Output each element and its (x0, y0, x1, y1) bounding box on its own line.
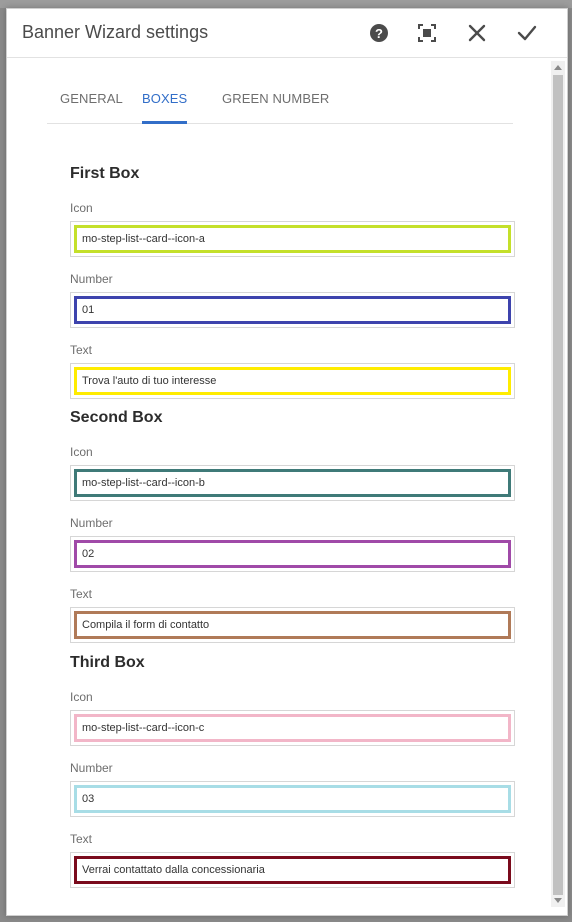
field-label-text: Text (70, 587, 93, 601)
field-label-icon: Icon (70, 201, 93, 215)
field-label-text: Text (70, 832, 93, 846)
third-box-text-input[interactable] (74, 856, 511, 884)
field-wrapper (70, 465, 515, 501)
dialog-header: Banner Wizard settings ? (7, 9, 567, 58)
third-box-number-input[interactable] (74, 785, 511, 813)
checkmark-icon (517, 24, 537, 42)
fullscreen-button[interactable] (413, 19, 441, 47)
field-label-icon: Icon (70, 690, 93, 704)
field-wrapper (70, 221, 515, 257)
third-box-icon-input[interactable] (74, 714, 511, 742)
section-title-second-box: Second Box (70, 409, 163, 426)
first-box-text-input[interactable] (74, 367, 511, 395)
scrollbar[interactable] (551, 61, 565, 907)
help-button[interactable]: ? (365, 19, 393, 47)
background-strip (0, 0, 572, 8)
tab-general[interactable]: GENERAL (60, 91, 123, 124)
field-wrapper (70, 607, 515, 643)
second-box-icon-input[interactable] (74, 469, 511, 497)
settings-dialog: Banner Wizard settings ? GENERAL BOXES G… (6, 8, 568, 916)
field-wrapper (70, 710, 515, 746)
scroll-thumb[interactable] (553, 75, 563, 895)
first-box-icon-input[interactable] (74, 225, 511, 253)
tab-bar: GENERAL BOXES GREEN NUMBER (47, 79, 513, 124)
scroll-up-arrow-icon[interactable] (554, 65, 562, 70)
field-label-number: Number (70, 516, 113, 530)
scroll-down-arrow-icon[interactable] (554, 898, 562, 903)
second-box-text-input[interactable] (74, 611, 511, 639)
first-box-number-input[interactable] (74, 296, 511, 324)
field-label-number: Number (70, 761, 113, 775)
field-label-icon: Icon (70, 445, 93, 459)
confirm-button[interactable] (513, 19, 541, 47)
section-title-first-box: First Box (70, 165, 140, 182)
fullscreen-icon (417, 23, 437, 43)
field-label-text: Text (70, 343, 93, 357)
close-icon (468, 24, 486, 42)
field-wrapper (70, 781, 515, 817)
field-label-number: Number (70, 272, 113, 286)
field-wrapper (70, 363, 515, 399)
close-button[interactable] (463, 19, 491, 47)
section-title-third-box: Third Box (70, 654, 145, 671)
tab-green-number[interactable]: GREEN NUMBER (222, 91, 329, 124)
help-icon: ? (369, 23, 389, 43)
dialog-title: Banner Wizard settings (22, 22, 209, 42)
field-wrapper (70, 292, 515, 328)
tab-boxes[interactable]: BOXES (142, 91, 188, 124)
svg-text:?: ? (375, 26, 383, 41)
field-wrapper (70, 536, 515, 572)
second-box-number-input[interactable] (74, 540, 511, 568)
field-wrapper (70, 852, 515, 888)
